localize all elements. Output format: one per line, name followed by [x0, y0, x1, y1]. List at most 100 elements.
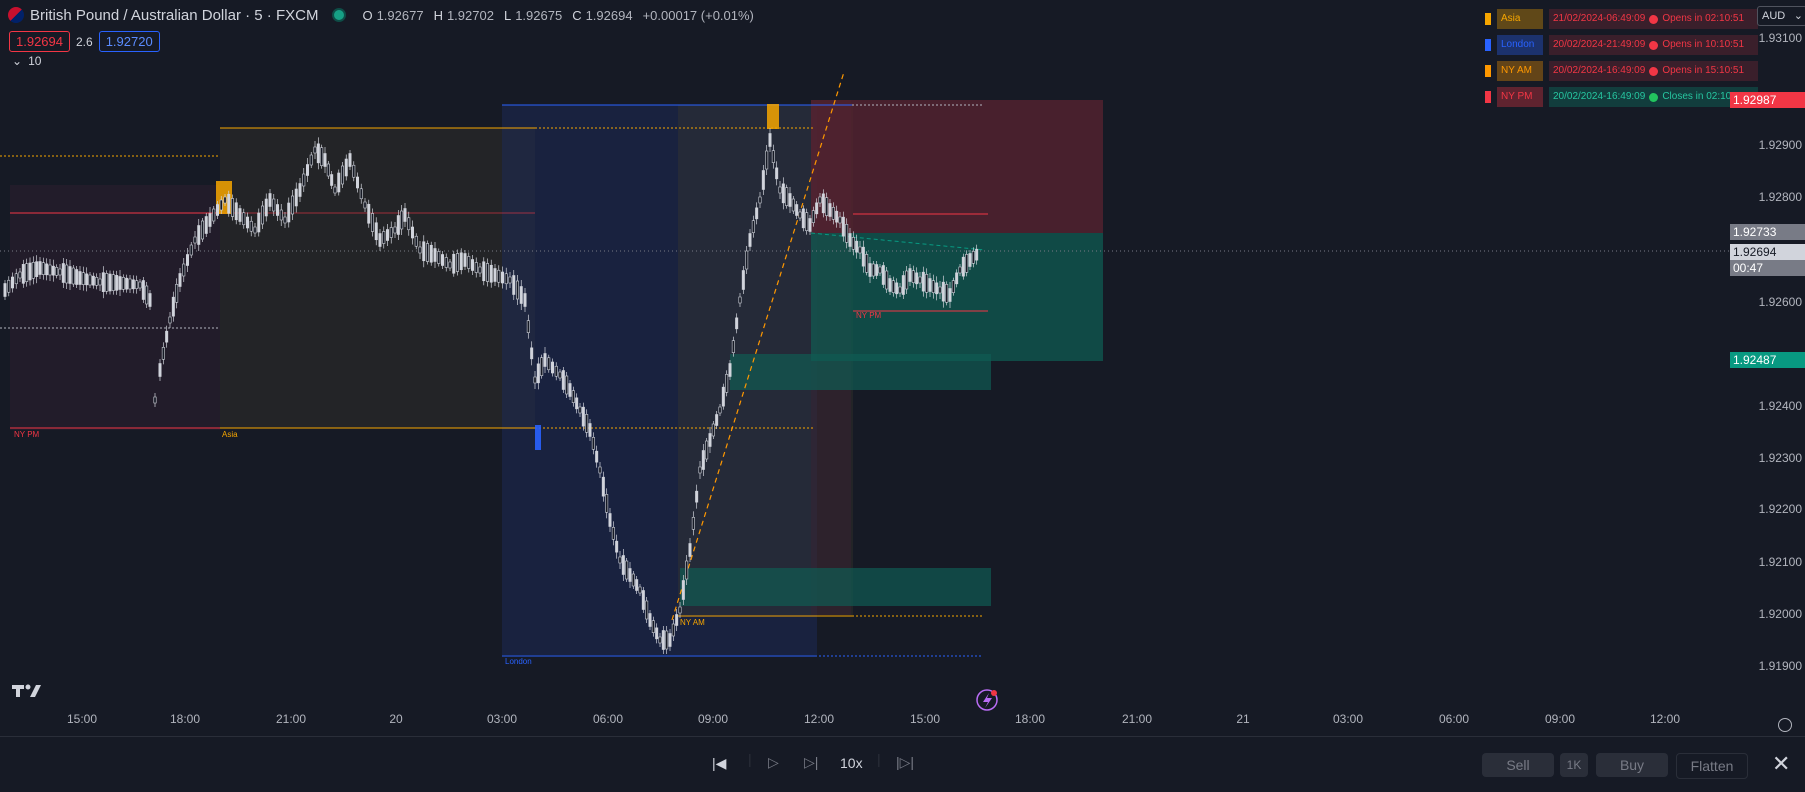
candle-body [61, 263, 65, 283]
time-axis-label: 09:00 [1544, 712, 1576, 726]
divider: | [877, 751, 881, 767]
sell-button[interactable]: Sell [1482, 753, 1554, 777]
candle-body [65, 264, 69, 284]
candle-body [352, 164, 356, 178]
step-forward-icon[interactable]: ▷| [804, 754, 818, 771]
candle-body [48, 264, 52, 276]
candle-body [598, 466, 602, 474]
time-axis-label: 20 [389, 712, 403, 726]
nyam-open-marker [767, 104, 779, 129]
candle-body [868, 263, 872, 277]
price-axis-label: 1.93100 [1758, 31, 1802, 45]
candle-body [638, 586, 642, 594]
price-axis[interactable]: 1.93100 1.92900 1.92800 1.92600 1.92400 1.923… [1520, 0, 1805, 673]
candle-body [918, 276, 922, 284]
time-axis[interactable]: 15:00 18:00 21:00 20 03:00 06:00 09:00 12:00 15:… [0, 712, 1780, 736]
nypm-session-zone [10, 185, 220, 430]
ohlc-close: 1.92694 [585, 7, 633, 23]
jump-to-start-icon[interactable]: |◀ [712, 755, 726, 772]
candle-body [452, 253, 456, 274]
session-color-swatch [1485, 13, 1491, 25]
candle-body [515, 280, 519, 300]
candle-body [219, 199, 223, 211]
indicator-collapse-toggle[interactable]: ⌄ 10 [12, 54, 41, 68]
session-color-swatch [1485, 91, 1491, 103]
candle-body [105, 273, 109, 292]
tradingview-logo[interactable] [12, 683, 42, 704]
candle-body [968, 253, 972, 267]
candle-body [845, 224, 849, 243]
candle-body [711, 423, 715, 437]
buy-button[interactable]: Buy [1596, 753, 1668, 777]
candle-body [186, 254, 190, 266]
symbol-header: British Pound / Australian Dollar · 5 · … [8, 5, 754, 25]
candle-body [260, 205, 264, 225]
replay-speed-button[interactable]: 10x [840, 755, 863, 771]
candle-body [568, 383, 572, 397]
candle-body [264, 198, 268, 217]
candle-body [508, 276, 512, 284]
candle-body [414, 235, 418, 247]
candle-body [835, 210, 839, 223]
buy-price-button[interactable]: 1.92720 [98, 31, 160, 52]
candle-body [828, 203, 832, 217]
fvg-zone-1[interactable] [730, 354, 991, 390]
candle-body [665, 630, 669, 650]
jump-to-realtime-icon[interactable]: |▷| [896, 754, 914, 771]
candle-body [467, 256, 471, 269]
price-tag: 1.92987 [1730, 92, 1805, 108]
candle-body [68, 266, 72, 284]
candle-body [951, 280, 955, 293]
flatten-button[interactable]: Flatten [1676, 753, 1748, 779]
candle-body [861, 246, 865, 267]
candle-body [175, 284, 179, 303]
price-axis-label: 1.92900 [1758, 138, 1802, 152]
symbol-title[interactable]: British Pound / Australian Dollar · 5 · … [30, 7, 318, 24]
candle-body [561, 370, 565, 390]
take-profit-zone[interactable] [811, 233, 1103, 361]
price-axis-label: 1.92300 [1758, 451, 1802, 465]
candle-body [695, 490, 699, 503]
candle-body [223, 196, 227, 204]
candle-body [95, 277, 99, 286]
candle-body [51, 265, 55, 276]
candle-body [651, 620, 655, 633]
candle-body [512, 275, 516, 295]
candle-body [81, 272, 85, 285]
quantity-button[interactable]: 1K [1560, 753, 1588, 777]
market-status-icon[interactable] [332, 8, 347, 22]
candle-body [153, 396, 157, 404]
candle-body [410, 226, 414, 239]
candle-body [708, 433, 712, 447]
fvg-zone-2[interactable] [680, 568, 991, 606]
candle-body [738, 296, 742, 304]
quick-trade-prices: 1.92694 2.6 1.92720 [9, 31, 160, 52]
candle-body [675, 614, 679, 626]
candle-body [825, 197, 829, 216]
candle-body [118, 276, 122, 290]
candle-body [871, 263, 875, 277]
candle-body [171, 296, 175, 317]
candle-body [249, 220, 253, 232]
candle-body [530, 347, 534, 360]
candle-body [885, 270, 889, 290]
candle-body [715, 414, 719, 426]
spread-value: 2.6 [76, 34, 93, 49]
settings-gear-icon[interactable] [1778, 718, 1792, 732]
candle-body [121, 277, 125, 290]
candle-body [201, 220, 205, 240]
candle-body [493, 268, 497, 282]
candle-body [422, 241, 426, 262]
candle-body [316, 143, 320, 164]
candle-body [448, 261, 452, 269]
play-icon[interactable]: ▷ [768, 754, 779, 771]
candle-body [601, 476, 605, 497]
time-axis-label: 21 [1236, 712, 1250, 726]
close-icon[interactable]: ✕ [1772, 751, 1790, 777]
stop-loss-zone[interactable] [811, 100, 1103, 233]
candle-body [58, 268, 62, 276]
sell-price-button[interactable]: 1.92694 [9, 31, 70, 52]
candle-body [242, 212, 246, 226]
candle-body [681, 580, 685, 600]
candle-body [965, 254, 969, 273]
